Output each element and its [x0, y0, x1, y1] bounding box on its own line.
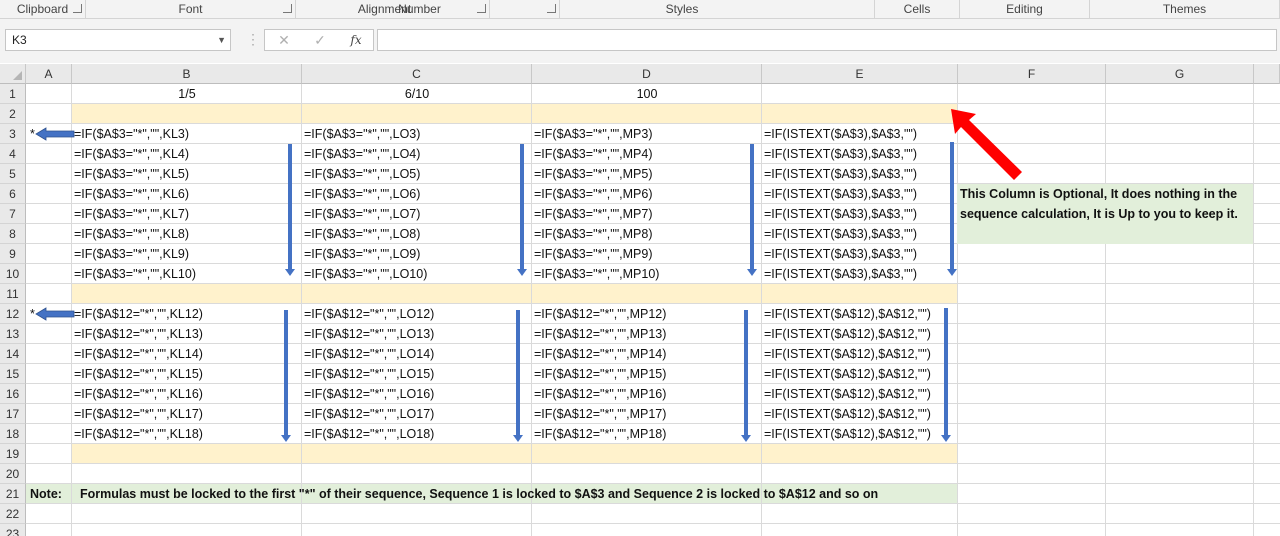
- formula-bar: K3 ▼ ⋮ ✕ ✓ fx: [0, 19, 1280, 63]
- down-arrow-e-seq2-head: [941, 435, 951, 442]
- left-arrow-a12: [35, 307, 75, 321]
- red-arrow: [951, 109, 1022, 180]
- down-arrow-c-seq1-head: [517, 269, 527, 276]
- check-icon[interactable]: ✓: [305, 30, 335, 50]
- name-box[interactable]: K3 ▼: [5, 29, 231, 51]
- formula-input[interactable]: [377, 29, 1277, 51]
- ribbon-group-label: Cells: [903, 2, 931, 16]
- down-arrow-d-seq2-shaft: [744, 310, 748, 436]
- ribbon-group-label: Styles: [665, 2, 699, 16]
- formula-bar-buttons: ✕ ✓ fx: [264, 29, 374, 51]
- down-arrow-b-seq1-head: [285, 269, 295, 276]
- ribbon-group-themes: Themes: [1090, 0, 1280, 18]
- down-arrow-b-seq2-shaft: [284, 310, 288, 436]
- down-arrow-e-seq1-head: [947, 269, 957, 276]
- down-arrow-d-seq1-head: [747, 269, 757, 276]
- down-arrow-e-seq1-shaft: [950, 142, 954, 270]
- close-icon[interactable]: ✕: [269, 30, 299, 50]
- dialog-launcher-icon[interactable]: [73, 4, 82, 13]
- ribbon-group-clipboard: Clipboard: [0, 0, 86, 18]
- left-arrow-a3: [35, 127, 75, 141]
- ribbon-group-label: Clipboard: [16, 2, 69, 16]
- ribbon-group-styles: Styles: [490, 0, 875, 18]
- ribbon-group-label: Font: [178, 2, 203, 16]
- worksheet-grid[interactable]: A B C D E F G 1 2 3 4 5 6 7 8 9 10 11 12 13 14 15 16 17 18 19 20 21…: [0, 64, 1280, 536]
- ribbon-group-editing: Editing: [960, 0, 1090, 18]
- dialog-launcher-icon[interactable]: [477, 4, 486, 13]
- down-arrow-b-seq2-head: [281, 435, 291, 442]
- chevron-down-icon[interactable]: ▼: [217, 30, 226, 50]
- down-arrow-c-seq2-head: [513, 435, 523, 442]
- ribbon-group-number: Number: [350, 0, 490, 18]
- ribbon-group-label: Number: [398, 2, 441, 16]
- name-box-value: K3: [12, 33, 27, 47]
- ribbon-group-label: Themes: [1162, 2, 1207, 16]
- ribbon-group-cells: Cells: [875, 0, 960, 18]
- ribbon-group-labels: Clipboard Font Alignment Number Styles Cells E…: [0, 0, 1280, 19]
- insert-function-button[interactable]: fx: [341, 30, 371, 50]
- down-arrow-c-seq2-shaft: [516, 310, 520, 436]
- down-arrow-e-seq2-shaft: [944, 308, 948, 436]
- annotation-arrows: [35, 109, 1022, 442]
- down-arrow-d-seq2-head: [741, 435, 751, 442]
- formula-bar-grip-icon: ⋮: [246, 31, 260, 47]
- ribbon-group-label: Editing: [1006, 2, 1043, 16]
- down-arrow-b-seq1-shaft: [288, 144, 292, 270]
- down-arrow-c-seq1-shaft: [520, 144, 524, 270]
- down-arrow-d-seq1-shaft: [750, 144, 754, 270]
